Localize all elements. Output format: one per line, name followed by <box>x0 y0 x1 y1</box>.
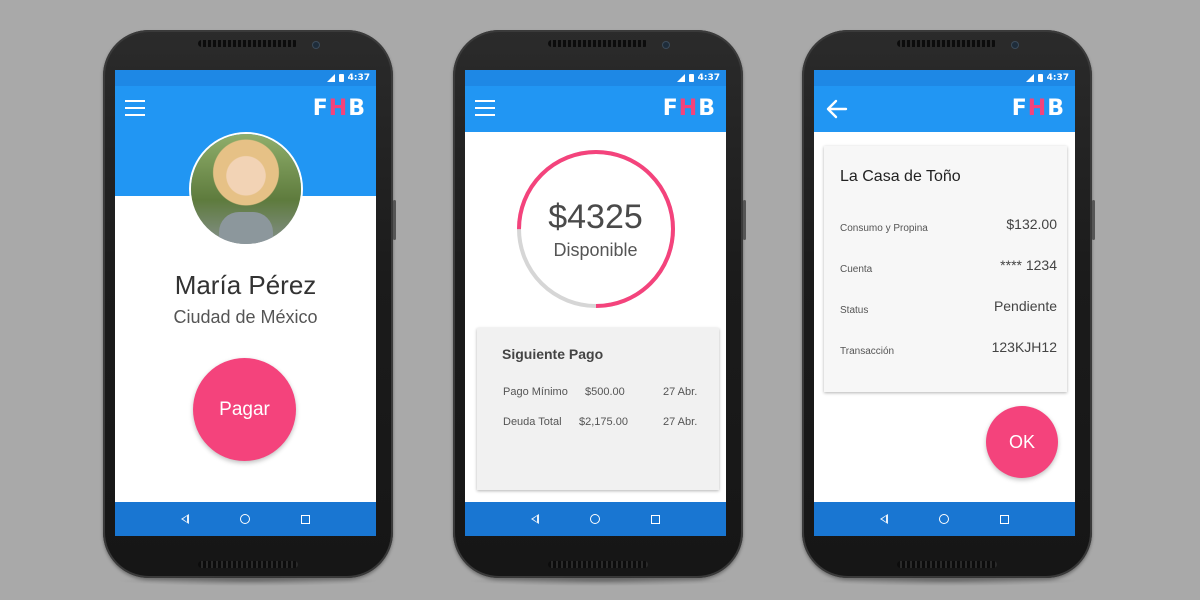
row-date: 27 Abr. <box>663 416 698 428</box>
detail-value: Pendiente <box>993 298 1057 314</box>
phone-3: 4:37 FHB La Casa de Toño Consumo y Propi… <box>802 30 1095 586</box>
front-camera <box>663 42 669 48</box>
speaker-grille <box>897 561 997 568</box>
nav-back-icon[interactable] <box>879 514 888 524</box>
balance-amount: $4325 <box>548 198 643 236</box>
profile-city: Ciudad de México <box>173 307 318 327</box>
power-button <box>393 200 396 240</box>
detail-row: Consumo y Propina $132.00 <box>840 214 1057 234</box>
status-time: 4:37 <box>697 73 720 83</box>
system-nav-bar <box>465 502 726 536</box>
status-bar: 4:37 <box>115 70 376 86</box>
pay-button[interactable]: Pagar <box>193 358 296 461</box>
nav-recents-icon[interactable] <box>1000 514 1010 524</box>
next-payment-card: Siguiente Pago Pago Mínimo $500.00 27 Ab… <box>477 328 719 490</box>
signal-icon <box>1025 74 1034 82</box>
app-logo: FHB <box>662 96 716 121</box>
app-logo: FHB <box>1011 96 1065 121</box>
status-bar: 4:37 <box>814 70 1075 86</box>
hamburger-icon[interactable] <box>125 100 145 116</box>
hamburger-icon[interactable] <box>475 100 495 116</box>
detail-row: Status Pendiente <box>840 296 1057 316</box>
app-logo: FHB <box>312 96 366 121</box>
detail-row: Cuenta **** 1234 <box>840 255 1057 275</box>
detail-label: Cuenta <box>840 264 873 275</box>
merchant-name: La Casa de Toño <box>840 168 961 185</box>
app-bar: FHB <box>814 86 1075 132</box>
detail-label: Transacción <box>840 346 895 357</box>
nav-home-icon[interactable] <box>589 514 600 524</box>
speaker-grille <box>897 40 997 47</box>
nav-back-icon[interactable] <box>180 514 189 524</box>
nav-back-icon[interactable] <box>530 514 539 524</box>
power-button <box>1092 200 1095 240</box>
nav-home-icon[interactable] <box>938 514 949 524</box>
screen-transaction: 4:37 FHB La Casa de Toño Consumo y Propi… <box>814 70 1075 536</box>
detail-value: **** 1234 <box>1000 257 1057 273</box>
nav-home-icon[interactable] <box>239 514 250 524</box>
phone-2: 4:37 FHB $4325 Disponible Siguiente Pago… <box>453 30 746 586</box>
profile-name: María Pérez <box>174 270 317 300</box>
detail-row: Transacción 123KJH12 <box>840 337 1057 357</box>
row-date: 27 Abr. <box>663 386 698 398</box>
row-amount: $2,175.00 <box>579 416 628 428</box>
status-bar: 4:37 <box>465 70 726 86</box>
arrow-left-icon[interactable] <box>824 96 850 122</box>
ok-button[interactable]: OK <box>986 406 1058 478</box>
transaction-card: La Casa de Toño Consumo y Propina $132.0… <box>824 146 1067 392</box>
front-camera <box>1012 42 1018 48</box>
nav-recents-icon[interactable] <box>301 514 311 524</box>
signal-icon <box>326 74 335 82</box>
system-nav-bar <box>115 502 376 536</box>
detail-value: $132.00 <box>1006 216 1057 232</box>
detail-value: 123KJH12 <box>991 339 1057 355</box>
battery-icon <box>338 74 344 82</box>
speaker-grille <box>198 561 298 568</box>
screen-balance: 4:37 FHB $4325 Disponible Siguiente Pago… <box>465 70 726 536</box>
row-amount: $500.00 <box>585 386 625 398</box>
app-bar: FHB <box>465 86 726 132</box>
status-time: 4:37 <box>1046 73 1069 83</box>
speaker-grille <box>548 561 648 568</box>
row-label: Pago Mínimo <box>503 386 568 398</box>
speaker-grille <box>198 40 298 47</box>
phone-1: 4:37 FHB María Pérez Ciudad de México Pa… <box>103 30 396 586</box>
card-title: Siguiente Pago <box>502 346 604 362</box>
screen-profile: 4:37 FHB María Pérez Ciudad de México Pa… <box>115 70 376 536</box>
balance-label: Disponible <box>553 240 638 260</box>
detail-label: Status <box>840 305 869 316</box>
nav-recents-icon[interactable] <box>651 514 661 524</box>
row-label: Deuda Total <box>503 416 562 428</box>
battery-icon <box>1037 74 1043 82</box>
avatar <box>191 134 301 244</box>
signal-icon <box>676 74 685 82</box>
battery-icon <box>688 74 694 82</box>
status-time: 4:37 <box>347 73 370 83</box>
app-bar: FHB <box>115 86 376 132</box>
speaker-grille <box>548 40 648 47</box>
system-nav-bar <box>814 502 1075 536</box>
front-camera <box>313 42 319 48</box>
detail-label: Consumo y Propina <box>840 223 928 234</box>
power-button <box>743 200 746 240</box>
